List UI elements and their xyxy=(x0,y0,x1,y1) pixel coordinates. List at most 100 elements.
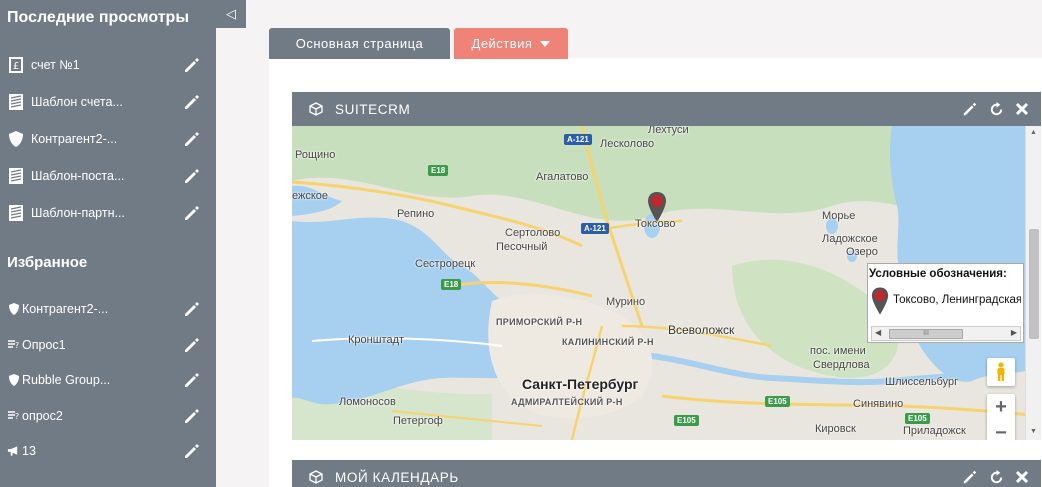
street-view-pegman-button[interactable] xyxy=(987,358,1015,386)
scrollbar-thumb[interactable] xyxy=(1029,229,1039,339)
dashlet-header: МОЙ КАЛЕНДАРЬ xyxy=(292,460,1041,487)
map-legend: Условные обозначения: Токсово, Ленинград… xyxy=(867,263,1024,343)
map-label: Сертолово xyxy=(505,227,561,239)
close-icon[interactable] xyxy=(1013,100,1031,118)
account-shield-icon xyxy=(7,300,20,318)
map-view[interactable]: A-121 A-121 E18 E18 E105 E105 E105 Лехту… xyxy=(292,126,1041,440)
zoom-in-button[interactable]: + xyxy=(987,394,1015,420)
road-shield: E105 xyxy=(765,396,790,407)
recent-item[interactable]: Шаблон счета... xyxy=(0,90,216,114)
map-label: Рощино xyxy=(295,149,336,161)
scroll-left-icon[interactable]: ◀ xyxy=(875,328,881,337)
map-label: Лесколово xyxy=(600,138,655,150)
favorite-item[interactable]: ? Опрос1 xyxy=(0,333,216,357)
edit-icon[interactable] xyxy=(182,300,200,318)
edit-icon[interactable] xyxy=(182,204,200,222)
template-icon xyxy=(7,167,25,185)
favorite-item-label: опрос2 xyxy=(22,409,63,423)
map-label: Кронштадт xyxy=(348,334,405,346)
pegman-icon xyxy=(997,362,1005,381)
dashlet-title: МОЙ КАЛЕНДАРЬ xyxy=(335,469,459,485)
favorite-item[interactable]: Контрагент2-... xyxy=(0,297,216,321)
map-label: Мурино xyxy=(606,296,646,308)
map-label: Синявино xyxy=(853,398,904,410)
edit-icon[interactable] xyxy=(182,93,200,111)
zoom-control: + − xyxy=(987,394,1015,440)
scroll-right-icon[interactable]: ▶ xyxy=(1011,328,1017,337)
map-label: Агалатово xyxy=(536,171,589,183)
recent-item[interactable]: Шаблон-поста... xyxy=(0,164,216,188)
road-shield: E18 xyxy=(428,165,449,176)
sidebar-collapse-button[interactable]: ◁ xyxy=(216,0,246,28)
tab-home[interactable]: Основная страница xyxy=(269,28,450,59)
map-label: Лехтуси xyxy=(648,126,689,136)
map-label: Сестрорецк xyxy=(415,258,476,270)
map-label: Кировск xyxy=(815,423,856,435)
account-shield-icon xyxy=(7,371,20,389)
map-label: Ломоносов xyxy=(339,396,396,408)
edit-icon[interactable] xyxy=(182,371,200,389)
favorites-heading: Избранное xyxy=(7,254,88,271)
svg-text:£: £ xyxy=(13,61,19,72)
refresh-icon[interactable] xyxy=(987,100,1005,118)
account-shield-icon xyxy=(7,130,25,148)
legend-horizontal-scrollbar[interactable]: ◀ III ▶ xyxy=(871,326,1021,341)
edit-icon[interactable] xyxy=(182,442,200,460)
tab-actions[interactable]: Действия xyxy=(454,28,568,59)
edit-icon[interactable] xyxy=(182,130,200,148)
road-shield: A-121 xyxy=(581,223,609,234)
map-vertical-scrollbar[interactable]: ▲ ▼ xyxy=(1025,126,1041,440)
edit-icon[interactable] xyxy=(961,468,979,486)
recent-item[interactable]: £ счет №1 xyxy=(0,53,216,77)
scroll-up-icon[interactable]: ▲ xyxy=(1030,129,1037,136)
edit-icon[interactable] xyxy=(182,167,200,185)
road-shield: A-121 xyxy=(564,134,592,145)
favorite-item[interactable]: 13 xyxy=(0,439,216,463)
invoice-icon: £ xyxy=(7,56,25,74)
refresh-icon[interactable] xyxy=(987,468,1005,486)
map-label: Токсово xyxy=(635,218,676,230)
legend-title: Условные обозначения: xyxy=(869,268,1007,280)
recent-heading: Последние просмотры xyxy=(7,9,189,26)
recent-item-label: Контрагент2-... xyxy=(31,132,118,146)
favorite-item[interactable]: ? опрос2 xyxy=(0,404,216,428)
survey-icon: ? xyxy=(7,336,20,354)
favorite-item-label: Rubble Group... xyxy=(22,373,111,387)
map-label: Петергоф xyxy=(393,415,443,427)
recent-item[interactable]: Шаблон-партн... xyxy=(0,201,216,225)
map-label: АДМИРАЛТЕЙСКИЙ Р-Н xyxy=(511,397,623,407)
scroll-down-icon[interactable]: ▼ xyxy=(1030,428,1037,435)
road-shield: E18 xyxy=(441,279,462,290)
map-label: Шлиссельбург xyxy=(885,376,959,388)
template-icon xyxy=(7,93,25,111)
road-shield: E105 xyxy=(674,415,699,426)
recent-item[interactable]: Контрагент2-... xyxy=(0,127,216,151)
cube-icon xyxy=(309,470,323,484)
scrollbar-thumb[interactable]: III xyxy=(889,329,963,339)
map-label: Репино xyxy=(397,208,435,220)
edit-icon[interactable] xyxy=(182,336,200,354)
edit-icon[interactable] xyxy=(961,100,979,118)
recent-item-label: Шаблон счета... xyxy=(31,95,123,109)
legend-item: Токсово, Ленинградская область xyxy=(893,294,1021,306)
map-label: КАЛИНИНСКИЙ Р-Н xyxy=(562,337,654,347)
edit-icon[interactable] xyxy=(182,56,200,74)
map-label: Приладожск xyxy=(903,425,966,437)
map-label: Ладожское xyxy=(822,233,878,245)
svg-text:?: ? xyxy=(15,341,19,350)
recent-item-label: Шаблон-поста... xyxy=(31,169,125,183)
dashlet-header: SUITECRM xyxy=(292,92,1041,126)
favorite-item-label: Опрос1 xyxy=(22,338,66,352)
close-icon[interactable] xyxy=(1013,468,1031,486)
sidebar: Последние просмотры £ счет №1 Шаблон сче… xyxy=(0,0,216,487)
map-label: Морье xyxy=(822,210,856,222)
map-label: пос. имени xyxy=(810,345,866,357)
template-icon xyxy=(7,204,25,222)
map-label: ежское xyxy=(292,190,329,202)
edit-icon[interactable] xyxy=(182,407,200,425)
favorite-item-label: 13 xyxy=(22,444,36,458)
zoom-out-button[interactable]: − xyxy=(987,420,1015,441)
map-label: ПРИМОРСКИЙ Р-Н xyxy=(496,317,583,327)
favorite-item[interactable]: Rubble Group... xyxy=(0,368,216,392)
caret-down-icon xyxy=(540,40,551,47)
